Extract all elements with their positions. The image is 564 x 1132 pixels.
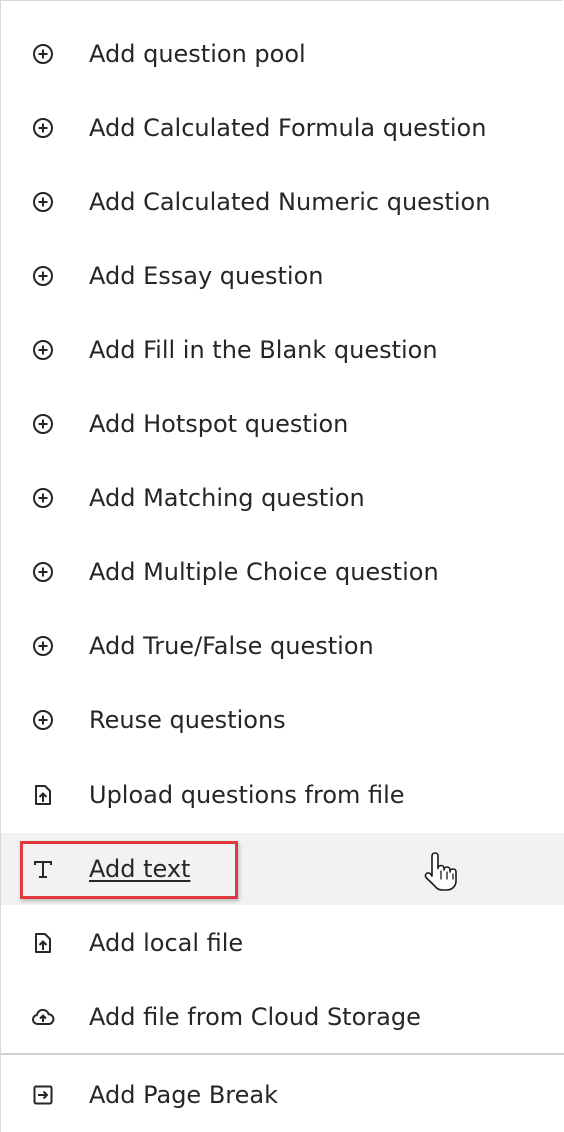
menu-item-label: Add file from Cloud Storage [89, 1003, 421, 1031]
plus-circle-icon [31, 412, 55, 436]
menu-item-upload-questions-from-file[interactable]: Upload questions from file [1, 759, 564, 831]
menu-item-label: Add local file [89, 929, 244, 957]
menu-item-reuse-questions[interactable]: Reuse questions [1, 684, 564, 756]
menu-divider [1, 1053, 564, 1055]
menu-item-add-essay-question[interactable]: Add Essay question [1, 240, 564, 312]
plus-circle-icon [31, 42, 55, 66]
plus-circle-icon [31, 560, 55, 584]
menu-item-label: Upload questions from file [89, 781, 405, 809]
menu-item-add-matching-question[interactable]: Add Matching question [1, 462, 564, 534]
plus-circle-icon [31, 486, 55, 510]
menu-item-label: Reuse questions [89, 706, 286, 734]
menu-item-add-question-pool[interactable]: Add question pool [1, 18, 564, 90]
menu-item-label: Add Matching question [89, 484, 365, 512]
menu-item-add-true-false-question[interactable]: Add True/False question [1, 610, 564, 682]
menu-item-add-calculated-numeric-question[interactable]: Add Calculated Numeric question [1, 166, 564, 238]
menu-item-add-hotspot-question[interactable]: Add Hotspot question [1, 388, 564, 460]
menu-item-add-multiple-choice-question[interactable]: Add Multiple Choice question [1, 536, 564, 608]
menu-item-label: Add question pool [89, 40, 306, 68]
text-icon [31, 857, 55, 881]
plus-circle-icon [31, 264, 55, 288]
menu-item-add-local-file[interactable]: Add local file [1, 907, 564, 979]
upload-file-icon [31, 931, 55, 955]
plus-circle-icon [31, 708, 55, 732]
menu-item-label: Add Fill in the Blank question [89, 336, 438, 364]
menu-item-label: Add Multiple Choice question [89, 558, 439, 586]
menu-item-label: Add Essay question [89, 262, 324, 290]
menu-item-add-calculated-formula-question[interactable]: Add Calculated Formula question [1, 92, 564, 164]
add-content-menu: Add question pool Add Calculated Formula… [0, 0, 564, 1132]
cloud-upload-icon [31, 1005, 55, 1029]
menu-item-add-fill-in-the-blank-question[interactable]: Add Fill in the Blank question [1, 314, 564, 386]
menu-item-label: Add Hotspot question [89, 410, 349, 438]
menu-item-add-page-break[interactable]: Add Page Break [1, 1059, 564, 1131]
menu-item-label: Add Calculated Numeric question [89, 188, 491, 216]
plus-circle-icon [31, 338, 55, 362]
plus-circle-icon [31, 190, 55, 214]
plus-circle-icon [31, 634, 55, 658]
page-break-icon [31, 1083, 55, 1107]
upload-file-icon [31, 783, 55, 807]
menu-item-label: Add Calculated Formula question [89, 114, 487, 142]
menu-item-label: Add True/False question [89, 632, 374, 660]
menu-item-add-file-from-cloud-storage[interactable]: Add file from Cloud Storage [1, 981, 564, 1053]
menu-item-label: Add Page Break [89, 1081, 278, 1109]
plus-circle-icon [31, 116, 55, 140]
menu-item-label: Add text [89, 855, 191, 883]
menu-item-add-text[interactable]: Add text [1, 833, 564, 905]
